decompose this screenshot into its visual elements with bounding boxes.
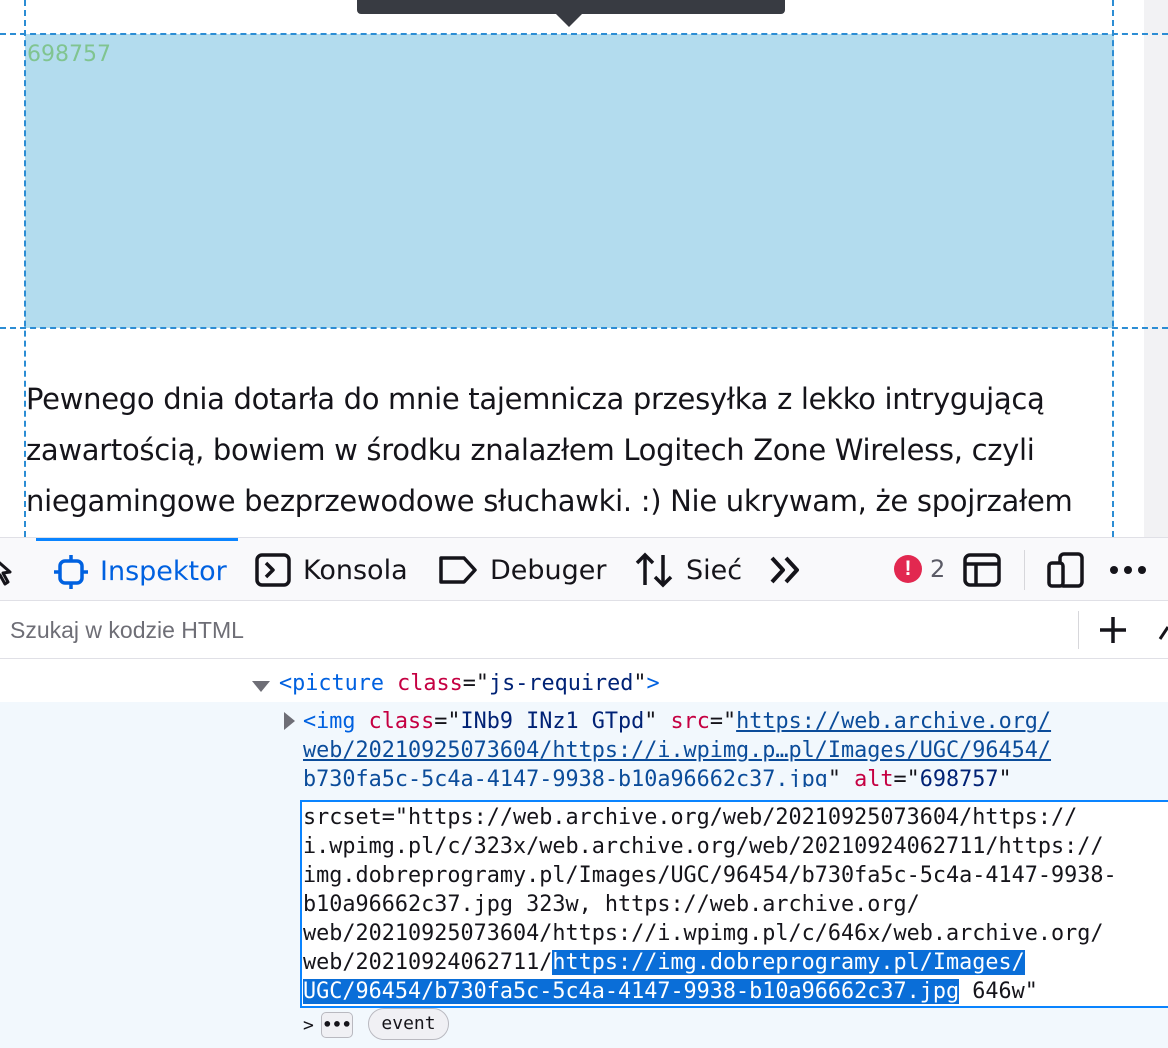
more-options-icon[interactable] [1106,552,1150,588]
html-search-bar [0,601,1168,659]
page-viewport: 698757 Pewnego dnia dotarła do mnie taje… [0,0,1168,537]
article-line: zawartością, bowiem w środku znalazłem L… [26,433,1035,467]
tab-console[interactable]: Konsola [255,538,408,602]
error-count: 2 [930,555,946,583]
network-arrows-icon [634,552,674,588]
img-node-line-1[interactable]: <img class="INb9 INz1 GTpd" src="https:/… [303,707,1051,736]
article-line: Pewnego dnia dotarła do mnie tajemnicza … [26,382,1045,416]
src-link[interactable]: b730fa5c-5c4a-4147-9938-b10a96662c37.jpg [303,767,828,787]
srcset-line: i.wpimg.pl/c/323x/web.archive.org/web/20… [303,834,1104,859]
tab-network-label: Sieć [686,554,743,586]
img-node-line-2[interactable]: web/20210925073604/https://i.wpimg.p…pl/… [303,736,1051,765]
eyedropper-icon[interactable] [1158,621,1168,641]
selected-text[interactable]: UGC/96454/b730fa5c-5c4a-4147-9938-b10a96… [303,979,960,1004]
tab-console-label: Konsola [303,554,408,586]
srcset-line: UGC/96454/b730fa5c-5c4a-4147-9938-b10a96… [303,979,1038,1004]
tab-debugger-label: Debuger [490,554,607,586]
tab-network[interactable]: Sieć [634,538,742,602]
searchbar-separator [1078,611,1079,649]
node-infobar-arrow [556,14,582,27]
img-node-line-3[interactable]: b730fa5c-5c4a-4147-9938-b10a96662c37.jpg… [303,765,1012,787]
srcset-line: srcset="https://web.archive.org/web/2021… [303,805,1078,830]
console-icon [255,553,291,587]
collapsed-children-marker: > [303,1015,314,1036]
tab-inspector-label: Inspektor [100,556,227,587]
element-picker-icon[interactable] [0,552,18,588]
selected-text[interactable]: https://img.dobreprogramy.pl/Images/ [552,950,1025,975]
event-badge[interactable]: event [368,1008,449,1040]
page-scrollbar-track[interactable] [1144,0,1168,537]
debugger-icon [438,555,478,585]
guide-line-bottom [0,327,1168,329]
expand-arrow-icon[interactable] [252,681,270,692]
guide-line-top [0,33,1168,35]
error-count-button[interactable]: ! 2 [894,555,945,583]
error-icon: ! [894,555,922,583]
html-search-input[interactable] [10,611,1070,649]
srcset-line: web/20210924062711/https://img.dobreprog… [303,950,1025,975]
src-link[interactable]: https://web.archive.org/ [736,709,1051,734]
devtools-panel: Inspektor Konsola Debuger Sieć ! 2 Szuka… [0,537,1168,1048]
article-paragraph: Pewnego dnia dotarła do mnie tajemnicza … [26,374,1136,527]
plus-icon[interactable] [1096,612,1130,648]
tab-inspector[interactable]: Inspektor [36,538,238,602]
image-alt-text: 698757 [27,42,111,67]
tab-debugger[interactable]: Debuger [438,538,607,602]
expand-children-button[interactable]: ••• [321,1012,353,1038]
picture-node[interactable]: <picture class="js-required"> [279,669,660,698]
srcset-line: img.dobreprogramy.pl/Images/UGC/96454/b7… [303,863,1117,888]
chevron-double-right-icon[interactable] [766,552,806,588]
dock-layout-icon[interactable] [962,552,1002,588]
highlighted-image-placeholder [25,34,1114,328]
devtools-toolbar: Inspektor Konsola Debuger Sieć ! 2 [0,537,1168,601]
inspector-icon [54,554,88,589]
node-infobar-tooltip [357,0,785,14]
src-link[interactable]: web/20210925073604/https://i.wpimg.p…pl/… [303,738,1051,763]
article-line: niegamingowe bezprzewodowe słuchawki. :)… [26,484,1073,518]
srcset-line: web/20210925073604/https://i.wpimg.pl/c/… [303,921,1104,946]
srcset-line: b10a96662c37.jpg 323w, https://web.archi… [303,892,920,917]
markup-tree: <picture class="js-required"> <img class… [0,660,1168,1048]
responsive-design-icon[interactable] [1046,551,1086,589]
collapse-arrow-icon[interactable] [284,712,295,730]
toolbar-separator [1024,550,1025,590]
